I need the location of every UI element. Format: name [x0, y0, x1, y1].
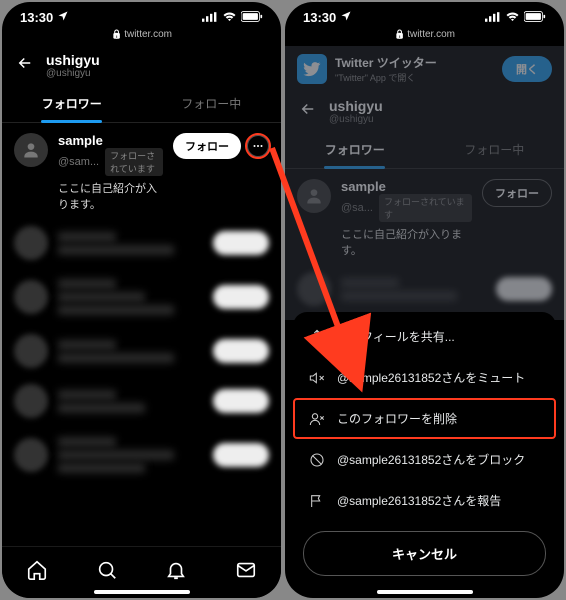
banner-subtitle: "Twitter" App で開く: [335, 71, 494, 84]
page-subtitle: @ushigyu: [329, 114, 383, 125]
banner-title: Twitter ツイッター: [335, 54, 494, 71]
status-bar: 13:30: [2, 2, 281, 27]
status-bar: 13:30: [285, 2, 564, 27]
battery-icon: [241, 10, 263, 25]
url-text: twitter.com: [124, 29, 172, 40]
sheet-report-user[interactable]: @sample26131852さんを報告: [293, 480, 556, 521]
status-time: 13:30: [303, 10, 336, 25]
avatar[interactable]: [14, 133, 48, 167]
follow-button[interactable]: フォロー: [482, 179, 552, 207]
tab-following[interactable]: フォロー中: [425, 131, 565, 168]
location-arrow-icon: [340, 10, 352, 25]
home-indicator[interactable]: [377, 590, 473, 594]
follower-bio: ここに自己紹介が入ります。: [341, 226, 472, 258]
follower-handle: @sa...: [341, 202, 373, 214]
sheet-remove-label: このフォロワーを削除: [337, 410, 457, 427]
action-sheet: プロフィールを共有... @sample26131852さんをミュート このフォ…: [293, 312, 556, 580]
follows-you-badge: フォローされています: [379, 194, 472, 222]
back-icon[interactable]: [299, 100, 317, 123]
page-title: ushigyu: [329, 98, 383, 114]
sheet-mute-user[interactable]: @sample26131852さんをミュート: [293, 357, 556, 398]
page-header: ushigyu @ushigyu: [285, 92, 564, 131]
sheet-report-label: @sample26131852さんを報告: [337, 492, 501, 509]
twitter-app-icon: [297, 54, 327, 84]
sheet-block-user[interactable]: @sample26131852さんをブロック: [293, 439, 556, 480]
url-text: twitter.com: [407, 29, 455, 40]
page-subtitle: @ushigyu: [46, 68, 100, 79]
bell-icon[interactable]: [165, 559, 187, 586]
signal-icon: [485, 10, 501, 25]
follower-name: sample: [58, 133, 163, 148]
more-options-button[interactable]: [247, 135, 269, 157]
home-icon[interactable]: [26, 559, 48, 586]
tab-followers[interactable]: フォロワー: [285, 131, 425, 168]
lock-icon: [394, 29, 407, 40]
follower-row: sample @sam... フォローされています ここに自己紹介が入ります。 …: [2, 123, 281, 218]
follower-name: sample: [341, 179, 472, 194]
location-arrow-icon: [57, 10, 69, 25]
page-header: ushigyu @ushigyu: [2, 46, 281, 85]
follower-row: sample @sa... フォローされています ここに自己紹介が入ります。 フ…: [285, 169, 564, 264]
sheet-cancel-button[interactable]: キャンセル: [303, 531, 546, 576]
sheet-mute-label: @sample26131852さんをミュート: [337, 369, 525, 386]
follows-you-badge: フォローされています: [105, 148, 163, 176]
open-in-app-banner: Twitter ツイッター "Twitter" App で開く 開く: [285, 46, 564, 92]
home-indicator[interactable]: [94, 590, 190, 594]
address-bar[interactable]: twitter.com: [2, 27, 281, 46]
search-icon[interactable]: [96, 559, 118, 586]
sheet-share-profile[interactable]: プロフィールを共有...: [293, 316, 556, 357]
open-app-button[interactable]: 開く: [502, 56, 552, 82]
follow-button[interactable]: フォロー: [173, 133, 241, 159]
lock-icon: [111, 29, 124, 40]
tab-followers[interactable]: フォロワー: [2, 85, 142, 122]
screenshot-right: 13:30 twitter.com Twitter ツイッター "Twitter…: [285, 2, 564, 598]
sheet-remove-follower[interactable]: このフォロワーを削除: [293, 398, 556, 439]
back-icon[interactable]: [16, 54, 34, 77]
blurred-followers-list: [2, 218, 281, 490]
signal-icon: [202, 10, 218, 25]
tabs: フォロワー フォロー中: [285, 131, 564, 169]
follower-handle: @sam...: [58, 156, 99, 168]
status-time: 13:30: [20, 10, 53, 25]
wifi-icon: [222, 10, 237, 25]
avatar[interactable]: [297, 179, 331, 213]
page-title: ushigyu: [46, 52, 100, 68]
wifi-icon: [505, 10, 520, 25]
tab-following[interactable]: フォロー中: [142, 85, 282, 122]
battery-icon: [524, 10, 546, 25]
sheet-share-label: プロフィールを共有...: [337, 328, 455, 345]
follower-bio: ここに自己紹介が入ります。: [58, 180, 163, 212]
tabs: フォロワー フォロー中: [2, 85, 281, 123]
screenshot-left: 13:30 twitter.com ushigyu @ushigyu フォロワー…: [2, 2, 281, 598]
sheet-block-label: @sample26131852さんをブロック: [337, 451, 525, 468]
address-bar[interactable]: twitter.com: [285, 27, 564, 46]
mail-icon[interactable]: [235, 559, 257, 586]
